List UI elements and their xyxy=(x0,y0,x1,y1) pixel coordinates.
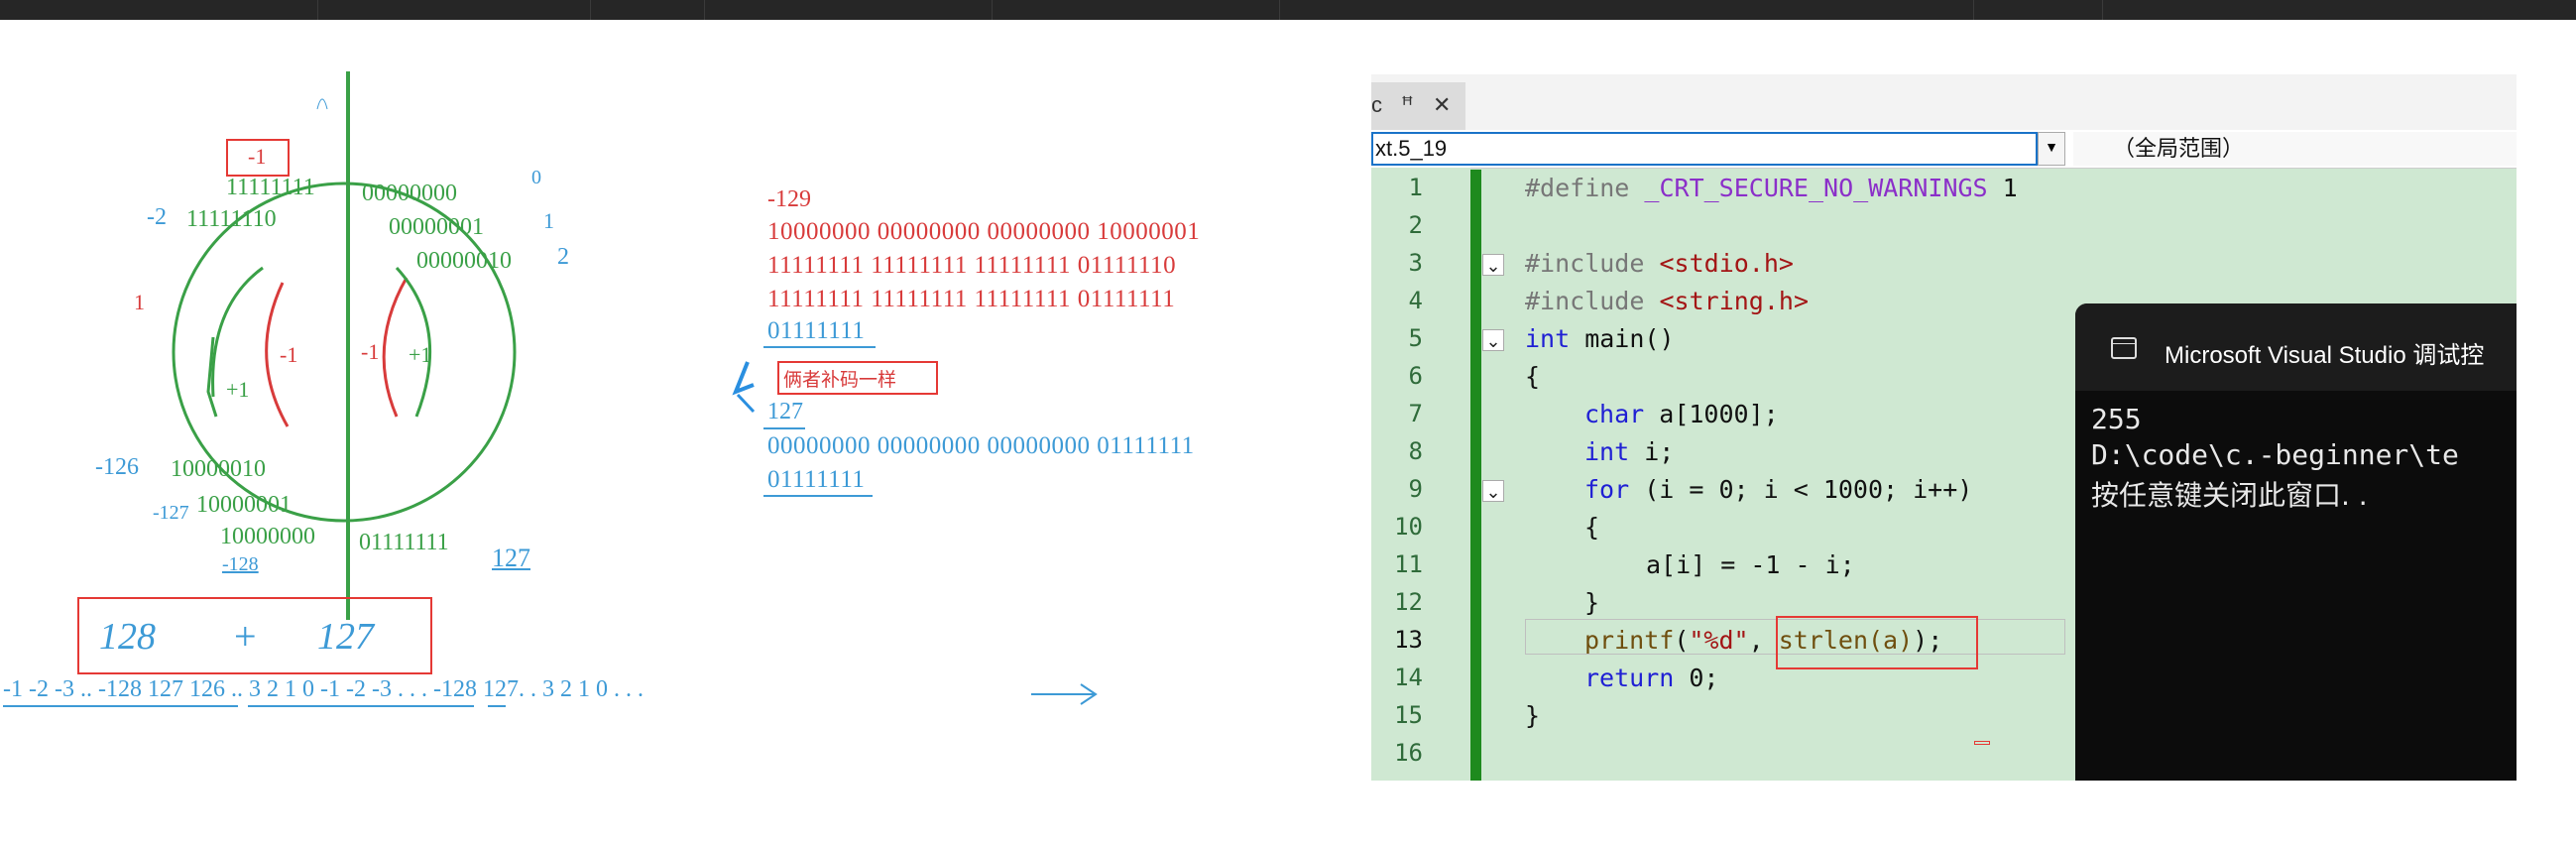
bits-pos127-full: 00000000 00000000 00000000 01111111 xyxy=(767,432,1195,459)
value-sequence: -1 -2 -3 .. -128 127 126 .. 3 2 1 0 -1 -… xyxy=(3,676,644,702)
minus1-left: -1 xyxy=(280,342,298,367)
line-number: 4 xyxy=(1408,287,1423,314)
neg1-label: -1 xyxy=(248,144,267,169)
code-line-5[interactable]: int main() xyxy=(1525,324,1675,353)
code-line-1[interactable]: #define _CRT_SECURE_NO_WARNINGS 1 xyxy=(1525,174,2018,202)
code-line-7[interactable]: char a[1000]; xyxy=(1584,400,1779,428)
label-neg127: -127 xyxy=(153,502,189,524)
debug-console-window[interactable]: Microsoft Visual Studio 调试控 255 D:\code\… xyxy=(2075,303,2517,781)
code-line-9[interactable]: for (i = 0; i < 1000; i++) xyxy=(1584,475,1972,504)
label-127: 127 xyxy=(492,544,530,572)
code-line-15[interactable]: } xyxy=(1525,701,1540,730)
label-10000000: 10000000 xyxy=(220,524,315,549)
line-number: 5 xyxy=(1408,324,1423,352)
code-line-11[interactable]: a[i] = -1 - i; xyxy=(1646,550,1855,579)
bits-twos-complement: 11111111 11111111 11111111 01111111 xyxy=(767,286,1176,312)
label-11111110: 11111110 xyxy=(186,206,277,232)
bits-original: 10000000 00000000 00000000 10000001 xyxy=(767,218,1201,245)
sum-op: + xyxy=(234,614,257,659)
label-00000000: 00000000 xyxy=(362,181,457,206)
console-title-bar[interactable]: Microsoft Visual Studio 调试控 xyxy=(2075,303,2517,391)
console-title: Microsoft Visual Studio 调试控 xyxy=(2165,342,2485,369)
chevron-down-icon[interactable]: ▼ xyxy=(2038,132,2065,166)
label-00000010: 00000010 xyxy=(416,248,512,274)
label-0: 0 xyxy=(531,167,541,188)
tab-file-ext: c xyxy=(1371,92,1382,117)
sketch-mark xyxy=(316,98,328,110)
code-line-6[interactable]: { xyxy=(1525,362,1540,391)
line-number: 2 xyxy=(1408,211,1423,239)
minus1-right: -1 xyxy=(361,339,380,364)
console-output-prompt: 按任意键关闭此窗口. . xyxy=(2091,479,2368,512)
label-01111111: 01111111 xyxy=(359,530,449,555)
fold-icon[interactable]: ⌄ xyxy=(1482,329,1504,351)
plus1-left: +1 xyxy=(226,377,250,402)
console-output-path: D:\code\c.-beginner\te xyxy=(2091,438,2459,471)
error-marker xyxy=(1974,741,1990,745)
label-10000010: 10000010 xyxy=(171,456,266,482)
line-number: 6 xyxy=(1408,362,1423,390)
line-number: 7 xyxy=(1408,400,1423,427)
navigation-bar: xt.5_19 ▼ （全局范围） xyxy=(1371,130,2517,169)
pointer-tick xyxy=(736,393,756,414)
code-line-14[interactable]: return 0; xyxy=(1584,664,1718,692)
label-neg129: -129 xyxy=(767,186,811,212)
code-line-3[interactable]: #include <stdio.h> xyxy=(1525,249,1794,278)
sequence-arrow xyxy=(1031,683,1098,705)
line-number: 3 xyxy=(1408,249,1423,277)
label-1: 1 xyxy=(543,208,554,233)
console-output-value: 255 xyxy=(2091,403,2142,435)
code-line-8[interactable]: int i; xyxy=(1584,437,1674,466)
note-same-complement: 俩者补码一样 xyxy=(783,369,897,391)
sum-right: 127 xyxy=(317,616,374,658)
line-number-current: 13 xyxy=(1394,626,1423,654)
line-number: 15 xyxy=(1394,701,1423,729)
fold-icon[interactable]: ⌄ xyxy=(1482,480,1504,502)
label-neg126: -126 xyxy=(95,454,139,480)
bits-ones-complement: 11111111 11111111 11111111 01111110 xyxy=(767,252,1177,279)
line-number: 1 xyxy=(1408,174,1423,201)
console-icon xyxy=(2111,337,2137,359)
change-tracking-bar xyxy=(1470,170,1481,781)
value-127: 127 xyxy=(767,399,803,424)
bits-truncated: 01111111 xyxy=(767,317,866,344)
fold-icon[interactable]: ⌄ xyxy=(1482,254,1504,276)
arrow-red-right xyxy=(382,277,409,418)
code-line-10[interactable]: { xyxy=(1584,513,1599,542)
line-number: 10 xyxy=(1394,513,1423,541)
line-number: 14 xyxy=(1394,664,1423,691)
close-icon[interactable]: ✕ xyxy=(1433,92,1451,118)
pin-icon[interactable]: ꟸ xyxy=(1401,92,1414,118)
label-neg128: -128 xyxy=(222,553,259,575)
bits-pos127-trunc: 01111111 xyxy=(767,466,866,493)
label-10000001: 10000001 xyxy=(196,492,292,518)
project-dropdown[interactable]: xt.5_19 xyxy=(1371,132,2038,166)
sum-left: 128 xyxy=(99,616,156,658)
left-mark: 1 xyxy=(134,290,145,314)
scope-dropdown[interactable]: （全局范围） xyxy=(2073,132,2517,166)
line-number: 8 xyxy=(1408,437,1423,465)
code-line-4[interactable]: #include <string.h> xyxy=(1525,287,1809,315)
line-number: 9 xyxy=(1408,475,1423,503)
label-2: 2 xyxy=(557,244,569,270)
pointer-arrow xyxy=(732,361,755,396)
label-neg2: -2 xyxy=(147,204,167,230)
line-number: 11 xyxy=(1394,550,1423,578)
label-11111111: 11111111 xyxy=(226,175,315,200)
plus1-right: +1 xyxy=(409,342,432,367)
strlen-highlight-box xyxy=(1776,616,1978,669)
line-number: 16 xyxy=(1394,739,1423,767)
line-number: 12 xyxy=(1394,588,1423,616)
document-tab-row: c ꟸ ✕ xyxy=(1371,74,2517,130)
line-number-gutter: 1 2 3 4 5 6 7 8 9 10 11 12 13 14 15 16 xyxy=(1371,168,1470,781)
label-00000001: 00000001 xyxy=(389,214,484,240)
document-tab[interactable]: c ꟸ ✕ xyxy=(1371,82,1465,130)
code-line-12[interactable]: } xyxy=(1584,588,1599,617)
